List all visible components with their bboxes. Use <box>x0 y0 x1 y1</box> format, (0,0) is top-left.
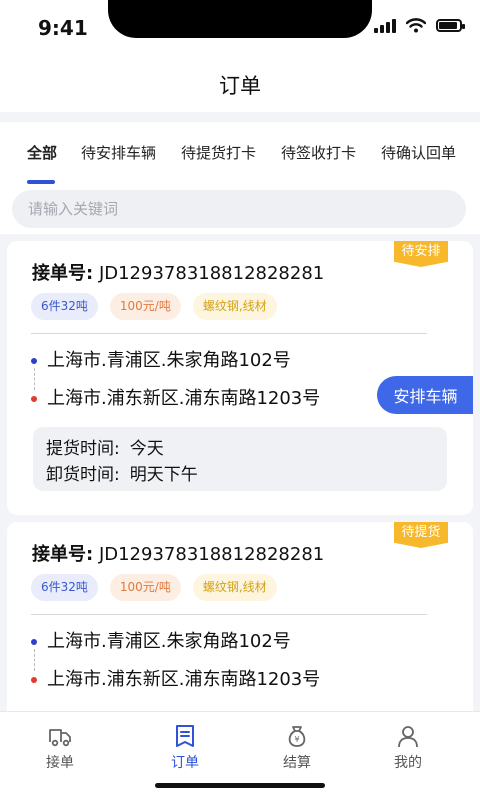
order-number-label: 接单号: <box>32 263 94 284</box>
money-bag-icon: ¥ <box>288 726 306 747</box>
search-bar <box>0 184 480 234</box>
origin-address: 上海市.青浦区.朱家角路102号 <box>29 347 409 375</box>
nav-label: 接单 <box>46 755 74 771</box>
order-tags: 6件32吨 100元/吨 螺纹钢,线材 <box>31 293 277 320</box>
home-indicator <box>155 783 325 788</box>
order-number-value: JD129378318812828281 <box>98 263 325 284</box>
nav-label: 结算 <box>283 755 311 771</box>
destination-address: 上海市.浦东新区.浦东南路1203号 <box>29 666 409 694</box>
nav-orders[interactable]: 订单 <box>125 712 245 782</box>
tab-pending-pickup[interactable]: 待提货打卡 <box>181 142 256 163</box>
pickup-time: 提货时间: 今天 <box>46 434 164 459</box>
cargo-tag: 螺纹钢,线材 <box>192 574 277 601</box>
nav-label: 订单 <box>171 755 199 771</box>
nav-accept-orders[interactable]: 接单 <box>0 712 120 782</box>
origin-address-text: 上海市.青浦区.朱家角路102号 <box>47 631 291 652</box>
status-badge: 待提货 <box>394 522 448 548</box>
quantity-tag: 6件32吨 <box>31 293 98 320</box>
price-tag: 100元/吨 <box>109 293 181 320</box>
schedule-box: 提货时间: 今天 卸货时间: 明天下午 <box>33 427 447 491</box>
order-status-tabs: 全部 待安排车辆 待提货打卡 待签收打卡 待确认回单 <box>0 122 480 184</box>
order-list-screen: 9:41 订单 全部 待安排车辆 待提货打卡 待签收打卡 待确认回单 待安排 <box>0 0 480 800</box>
origin-dot-icon <box>31 358 37 364</box>
device-notch <box>108 0 372 38</box>
arrange-vehicle-button[interactable]: 安排车辆 <box>377 376 473 414</box>
nav-settlement[interactable]: ¥ 结算 <box>237 712 357 782</box>
order-tags: 6件32吨 100元/吨 螺纹钢,线材 <box>31 574 277 601</box>
destination-address-text: 上海市.浦东新区.浦东南路1203号 <box>47 669 321 690</box>
route: 上海市.青浦区.朱家角路102号 上海市.浦东新区.浦东南路1203号 <box>29 347 409 413</box>
pickup-time-value: 今天 <box>129 439 164 459</box>
destination-address: 上海市.浦东新区.浦东南路1203号 <box>29 385 409 413</box>
wifi-icon <box>406 18 426 33</box>
tab-pending-vehicle[interactable]: 待安排车辆 <box>81 142 156 163</box>
price-tag: 100元/吨 <box>109 574 181 601</box>
tab-pending-receipt[interactable]: 待确认回单 <box>381 142 456 163</box>
cellular-signal-icon <box>374 18 396 33</box>
truck-icon <box>49 729 71 747</box>
page-title: 订单 <box>219 74 261 98</box>
user-icon <box>398 726 418 748</box>
tab-all[interactable]: 全部 <box>27 142 57 163</box>
status-time: 9:41 <box>38 16 88 40</box>
pickup-time-label: 提货时间: <box>46 439 120 459</box>
quantity-tag: 6件32吨 <box>31 574 98 601</box>
tab-pending-signoff[interactable]: 待签收打卡 <box>281 142 356 163</box>
cargo-tag: 螺纹钢,线材 <box>192 293 277 320</box>
order-number: 接单号: JD129378318812828281 <box>32 259 324 285</box>
origin-address-text: 上海市.青浦区.朱家角路102号 <box>47 350 291 371</box>
origin-address: 上海市.青浦区.朱家角路102号 <box>29 628 409 656</box>
status-badge: 待安排 <box>394 241 448 267</box>
unload-time-label: 卸货时间: <box>46 465 120 485</box>
route: 上海市.青浦区.朱家角路102号 上海市.浦东新区.浦东南路1203号 <box>29 628 409 694</box>
order-number-label: 接单号: <box>32 544 94 565</box>
origin-dot-icon <box>31 639 37 645</box>
unload-time-value: 明天下午 <box>129 465 198 485</box>
destination-address-text: 上海市.浦东新区.浦东南路1203号 <box>47 388 321 409</box>
search-input[interactable] <box>12 190 466 228</box>
battery-icon <box>436 19 465 32</box>
svg-text:¥: ¥ <box>294 735 299 744</box>
nav-label: 我的 <box>394 755 422 771</box>
divider <box>31 333 427 334</box>
status-icons <box>374 18 465 33</box>
destination-dot-icon <box>31 677 37 683</box>
order-list-icon <box>176 725 194 747</box>
destination-dot-icon <box>31 396 37 402</box>
unload-time: 卸货时间: 明天下午 <box>46 460 198 485</box>
order-number: 接单号: JD129378318812828281 <box>32 540 324 566</box>
nav-profile[interactable]: 我的 <box>348 712 468 782</box>
page-header: 订单 <box>0 60 480 112</box>
status-bar: 9:41 <box>0 0 480 60</box>
divider <box>31 614 427 615</box>
order-card[interactable]: 待提货 接单号: JD129378318812828281 6件32吨 100元… <box>7 522 473 722</box>
order-card[interactable]: 待安排 接单号: JD129378318812828281 6件32吨 100元… <box>7 241 473 515</box>
order-number-value: JD129378318812828281 <box>98 544 325 565</box>
